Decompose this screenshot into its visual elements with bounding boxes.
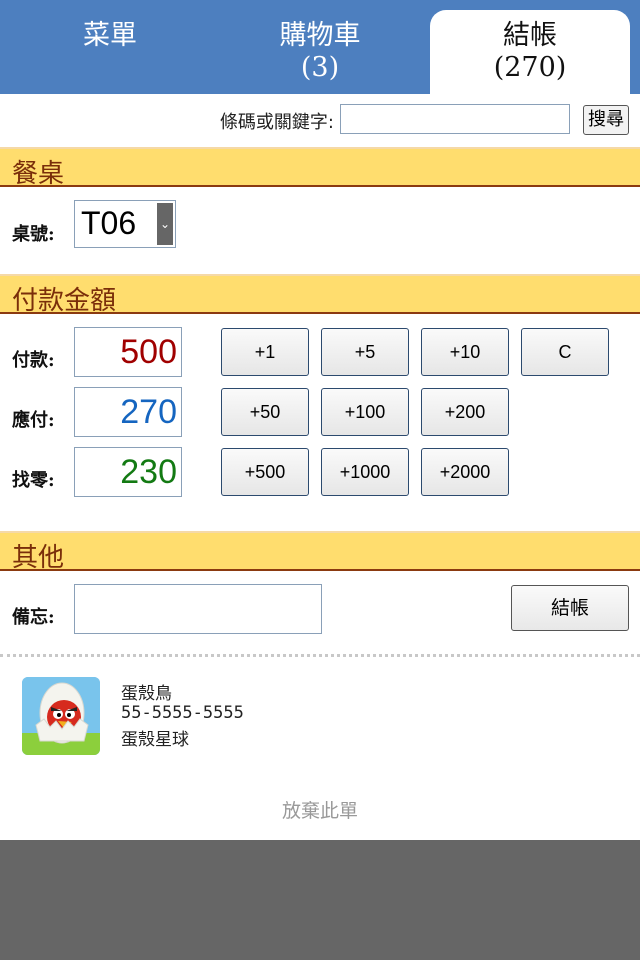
section-title-payment: 付款金額: [12, 286, 117, 316]
add-500-button[interactable]: +500: [221, 448, 309, 496]
memo-input[interactable]: [74, 584, 322, 634]
table-number-value: T06: [81, 205, 137, 241]
add-10-button[interactable]: +10: [421, 328, 509, 376]
divider: [0, 654, 640, 657]
tab-cart-label: 購物車: [279, 20, 361, 51]
tab-bar: 菜單 購物車 (3) 結帳 (270): [0, 0, 640, 94]
customer-avatar: [22, 677, 100, 755]
section-header-other: 其他: [0, 531, 640, 573]
add-100-button[interactable]: +100: [321, 388, 409, 436]
chevron-down-icon[interactable]: ⌄: [157, 203, 173, 245]
add-1-button[interactable]: +1: [221, 328, 309, 376]
add-1000-button[interactable]: +1000: [321, 448, 409, 496]
memo-label: 備忘:: [12, 607, 55, 628]
table-number-label: 桌號:: [12, 224, 55, 245]
change-label: 找零:: [12, 470, 55, 491]
search-button[interactable]: 搜尋: [583, 105, 629, 135]
section-header-payment: 付款金額: [0, 274, 640, 316]
due-label: 應付:: [12, 410, 55, 431]
customer-phone: 55-5555-5555: [121, 703, 244, 723]
tab-cart[interactable]: 購物車 (3): [220, 0, 420, 94]
tab-cart-count: (3): [300, 52, 340, 83]
paid-label: 付款:: [12, 350, 55, 371]
checkout-page: 菜單 購物車 (3) 結帳 (270) 條碼或關鍵字: 搜尋 餐桌 桌號: T0…: [0, 0, 640, 840]
tab-menu-label: 菜單: [83, 20, 137, 51]
search-label: 條碼或關鍵字:: [219, 112, 334, 133]
angry-bird-icon: [22, 677, 100, 755]
search-bar: 條碼或關鍵字: 搜尋: [0, 104, 640, 138]
add-50-button[interactable]: +50: [221, 388, 309, 436]
discard-order-link[interactable]: 放棄此單: [0, 796, 640, 823]
table-number-select[interactable]: T06 ⌄: [74, 200, 176, 248]
add-5-button[interactable]: +5: [321, 328, 409, 376]
section-header-table: 餐桌: [0, 147, 640, 189]
clear-button[interactable]: C: [521, 328, 609, 376]
checkout-button[interactable]: 結帳: [511, 585, 629, 631]
change-amount-field: 230: [74, 447, 182, 497]
add-2000-button[interactable]: +2000: [421, 448, 509, 496]
add-200-button[interactable]: +200: [421, 388, 509, 436]
tab-checkout-label: 結帳: [503, 20, 557, 51]
due-amount-field: 270: [74, 387, 182, 437]
customer-name: 蛋殼鳥: [121, 684, 172, 704]
section-title-table: 餐桌: [12, 159, 65, 189]
section-title-other: 其他: [12, 543, 65, 573]
tab-menu[interactable]: 菜單: [0, 0, 220, 94]
customer-address: 蛋殼星球: [121, 730, 189, 750]
search-input[interactable]: [340, 104, 570, 134]
tab-checkout[interactable]: 結帳 (270): [430, 10, 630, 94]
tab-checkout-total: (270): [493, 52, 567, 83]
paid-amount-field[interactable]: 500: [74, 327, 182, 377]
